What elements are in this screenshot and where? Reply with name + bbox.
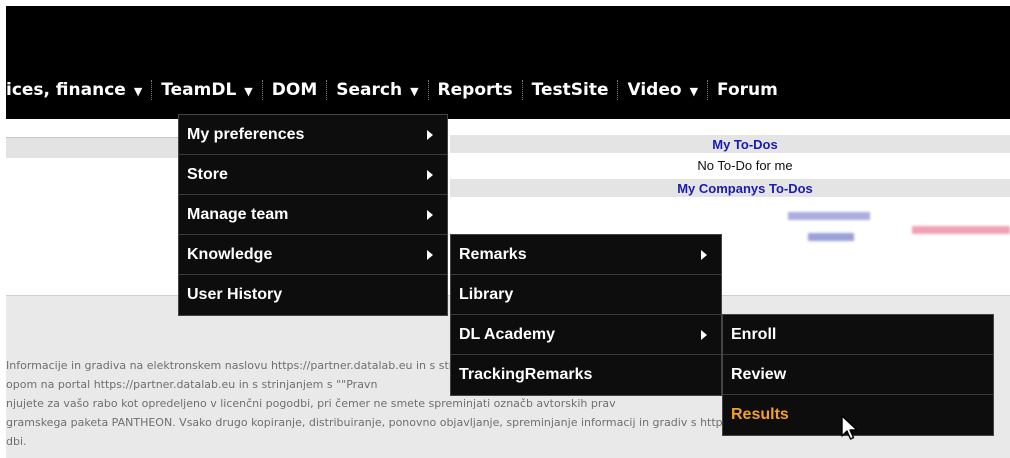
redacted-user-name [912, 226, 1010, 234]
nav-item-dom[interactable]: DOM [263, 80, 326, 100]
menu-item-knowledge[interactable]: Knowledge [179, 235, 447, 275]
menu-item-user-history[interactable]: User History [179, 275, 447, 315]
chevron-down-icon: ▼ [244, 84, 253, 98]
menu-item-tracking-remarks[interactable]: TrackingRemarks [451, 355, 721, 395]
chevron-right-icon [427, 249, 433, 260]
redacted-company-name [788, 212, 870, 220]
chevron-down-icon: ▼ [689, 84, 699, 98]
menu-item-remarks[interactable]: Remarks [451, 235, 721, 275]
nav-item-reports[interactable]: Reports [429, 80, 522, 100]
chevron-down-icon: ▼ [410, 84, 419, 98]
menu-item-dl-academy[interactable]: DL Academy [451, 315, 721, 355]
my-todos-header[interactable]: My To-Dos [450, 135, 1010, 153]
menu-item-manage-team[interactable]: Manage team [179, 195, 447, 235]
chevron-right-icon [701, 249, 707, 260]
nav-item-video[interactable]: Video ▼ [618, 80, 707, 100]
nav-item-forum[interactable]: Forum [708, 80, 787, 100]
chevron-right-icon [427, 129, 433, 140]
nav-item-testsite[interactable]: TestSite [523, 80, 618, 100]
teamdl-menu: My preferences Store Manage team Knowled… [178, 114, 448, 316]
menu-item-library[interactable]: Library [451, 275, 721, 315]
nav-item-services-finance[interactable]: ices, finance ▼ [6, 80, 151, 100]
chevron-right-icon [427, 209, 433, 220]
my-todos-empty-message: No To-Do for me [697, 157, 793, 173]
chevron-down-icon: ▼ [133, 84, 143, 98]
mouse-cursor-icon [841, 415, 858, 440]
menu-item-store[interactable]: Store [179, 155, 447, 195]
menu-item-review[interactable]: Review [723, 355, 993, 395]
app-window: ices, finance ▼ TeamDL ▼ DOM Search ▼ Re… [0, 0, 1010, 458]
main-nav: ices, finance ▼ TeamDL ▼ DOM Search ▼ Re… [6, 74, 787, 106]
redacted-company-code [808, 233, 854, 241]
menu-item-my-preferences[interactable]: My preferences [179, 115, 447, 155]
knowledge-submenu: Remarks Library DL Academy TrackingRemar… [450, 234, 722, 396]
nav-item-teamdl[interactable]: TeamDL ▼ [152, 80, 261, 100]
chevron-right-icon [701, 329, 707, 340]
company-todos-header[interactable]: My Companys To-Dos [450, 179, 1010, 197]
menu-item-enroll[interactable]: Enroll [723, 315, 993, 355]
nav-item-search[interactable]: Search ▼ [327, 80, 427, 100]
left-section-header [6, 137, 178, 158]
chevron-right-icon [427, 169, 433, 180]
